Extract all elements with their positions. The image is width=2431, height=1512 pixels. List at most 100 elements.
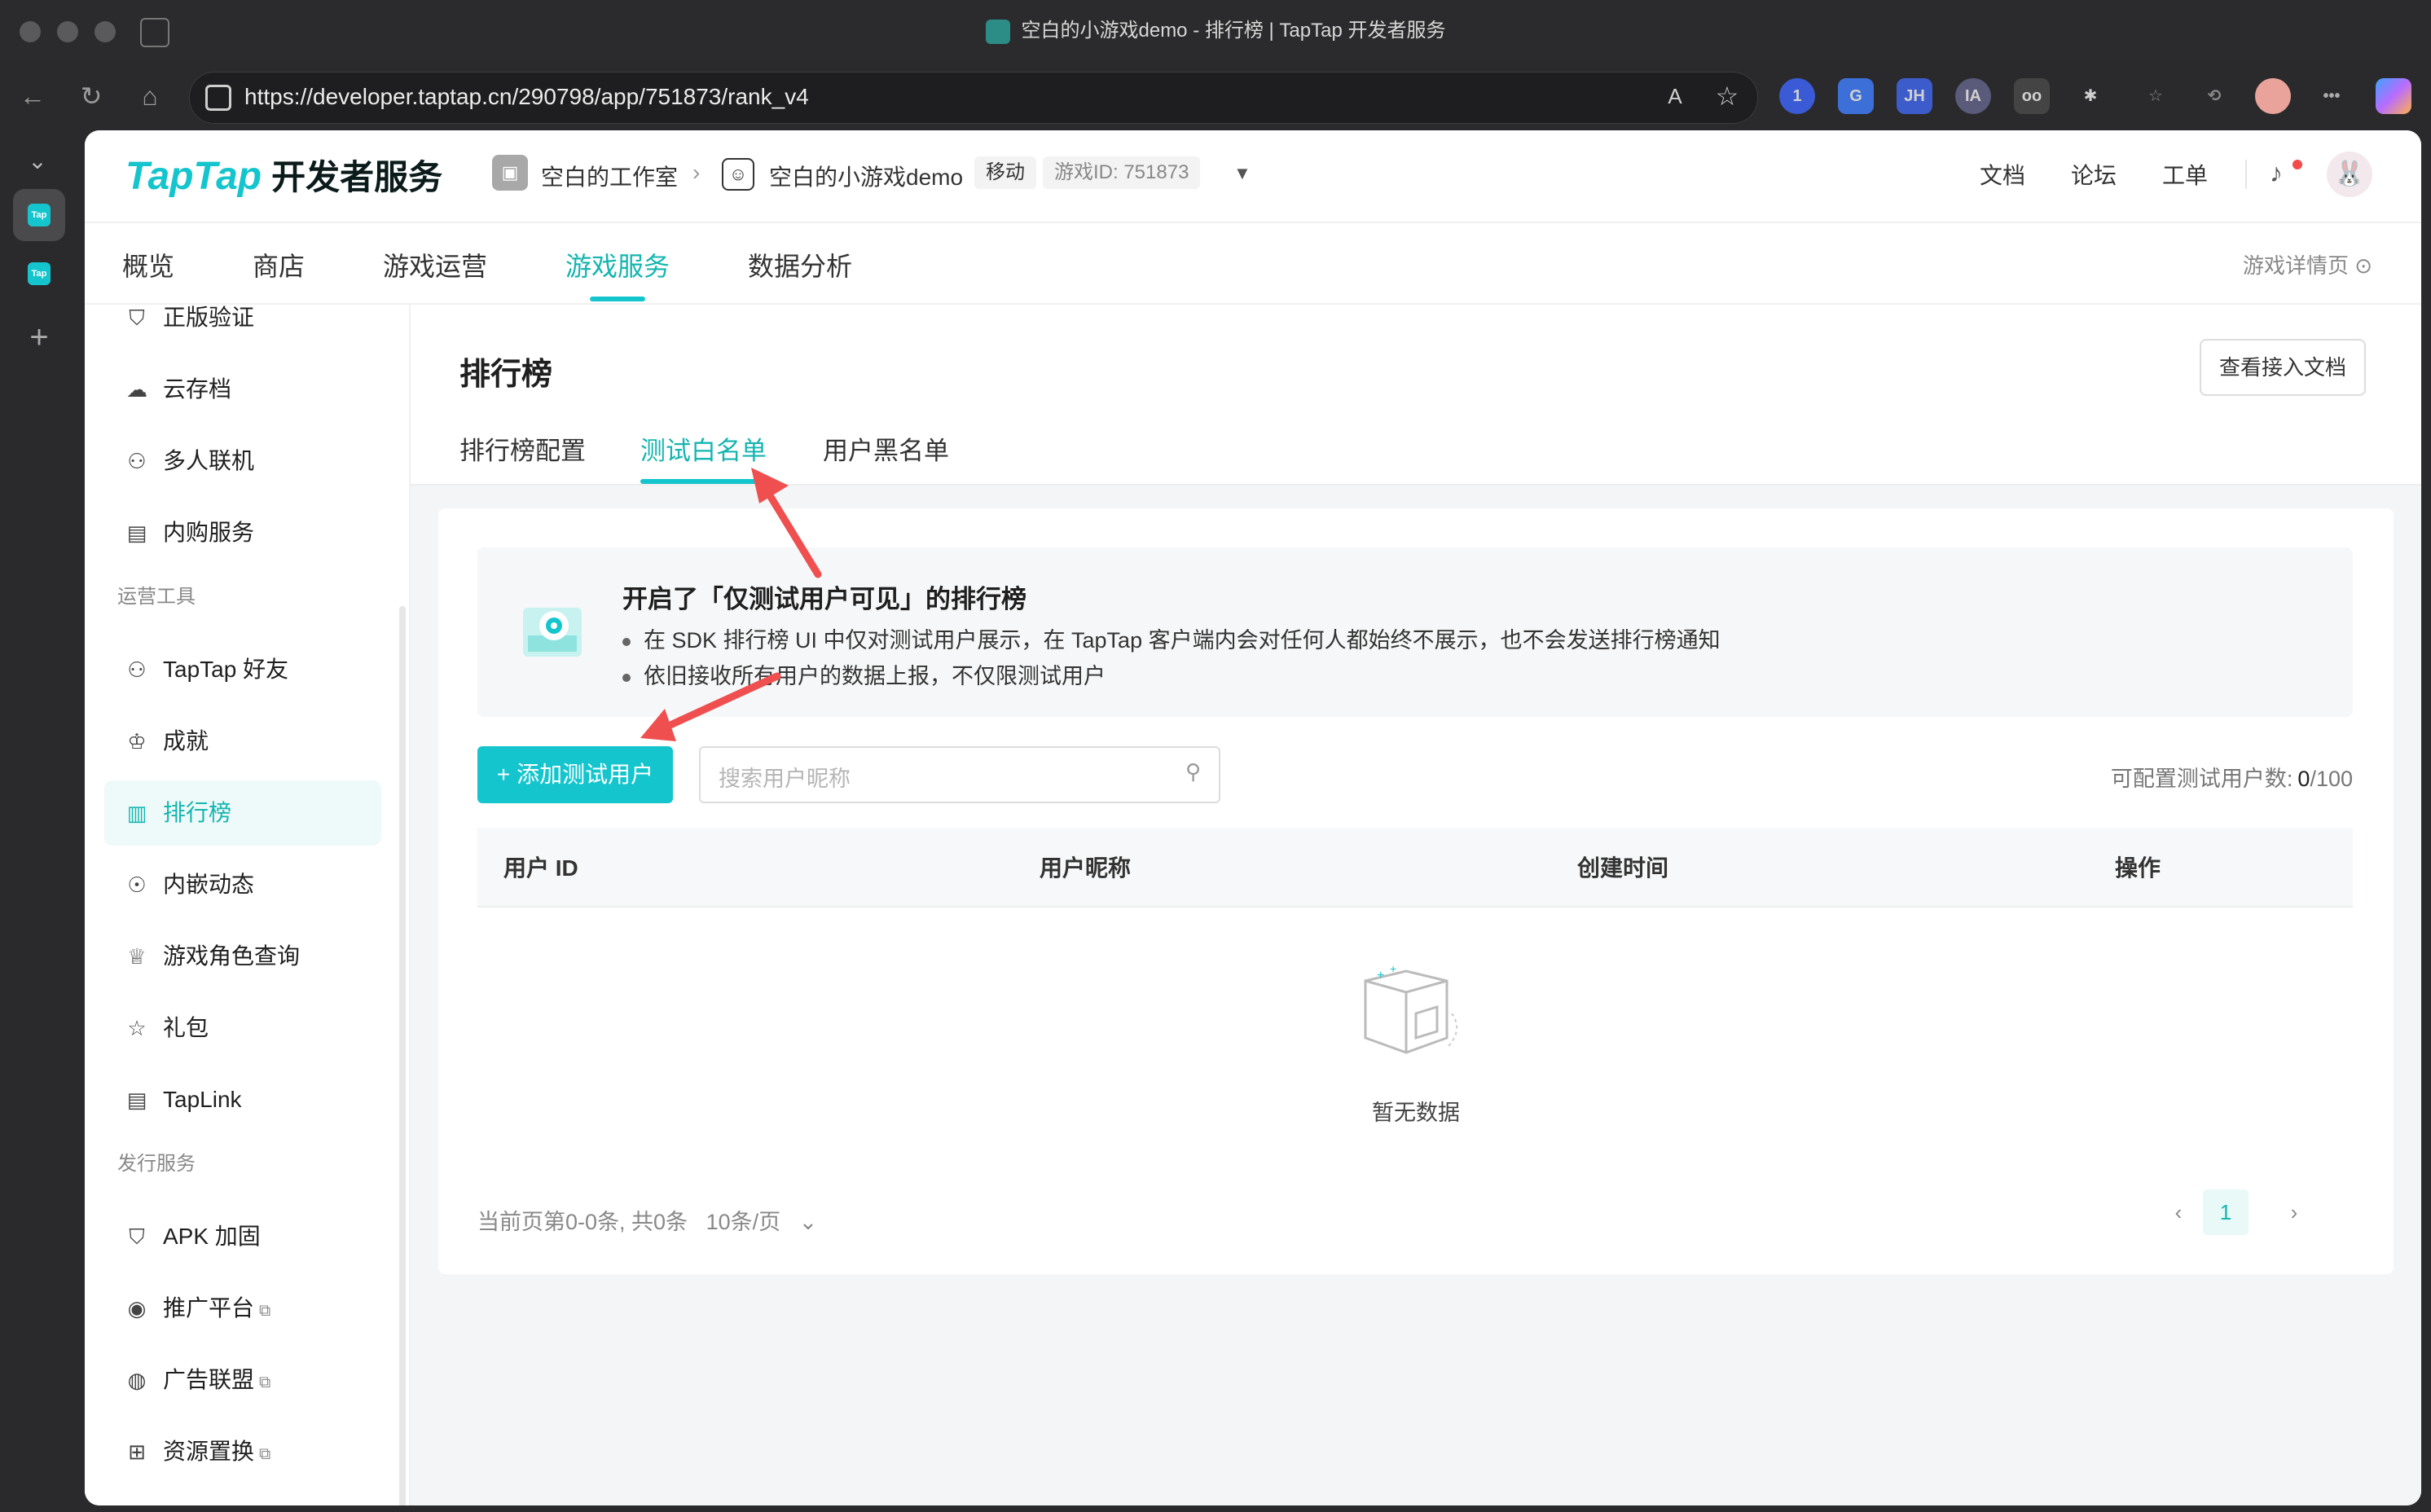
tab-game-operations[interactable]: 游戏运营 — [383, 246, 487, 284]
notice-title: 开启了「仅测试用户可见」的排行榜 — [622, 585, 1026, 613]
sidebar-item-apk-protect[interactable]: ⛉ APK 加固 — [104, 1204, 381, 1269]
nav-divider — [2245, 160, 2247, 189]
empty-state-text: 暂无数据 — [1372, 1101, 1460, 1125]
page-button-current[interactable]: 1 — [2203, 1189, 2249, 1235]
sidebar-item-resource-exchange[interactable]: ⊞ 资源置换 ⧉ — [104, 1419, 381, 1484]
wallet-icon: ▤ — [126, 521, 147, 545]
exchange-icon: ⊞ — [128, 1439, 146, 1464]
sidebar-item-iap[interactable]: ▤ 内购服务 — [104, 500, 381, 565]
game-icon: ☺ — [722, 158, 754, 191]
sidebar-item-role-query[interactable]: ♕ 游戏角色查询 — [104, 924, 381, 989]
users-icon: ⚇ — [127, 449, 147, 473]
copilot-icon[interactable] — [2376, 78, 2411, 114]
platform-tag: 移动 — [974, 156, 1036, 189]
extension-1password-icon[interactable]: 1 — [1779, 78, 1815, 114]
breadcrumb-studio[interactable]: 空白的工作室 — [541, 160, 678, 192]
sidebar-item-gift[interactable]: ☆ 礼包 — [104, 996, 381, 1061]
sidebar-item-promotion[interactable]: ◉ 推广平台 ⧉ — [104, 1276, 381, 1341]
tab-store[interactable]: 商店 — [253, 246, 305, 284]
view-docs-button[interactable]: 查看接入文档 — [2200, 339, 2366, 396]
read-aloud-icon[interactable]: A — [1657, 78, 1693, 114]
shield-check-icon: ⛉ — [129, 1224, 145, 1249]
search-input[interactable]: 搜索用户昵称 ⚲ — [699, 746, 1220, 803]
user-hand-icon: ☉ — [127, 872, 147, 897]
collapse-tabs-chevron-icon[interactable]: ⌄ — [20, 143, 55, 179]
sidebar-item-taplink[interactable]: ▤ TapLink — [104, 1067, 381, 1132]
svg-text:+: + — [1390, 962, 1396, 975]
star-icon: ☆ — [127, 1016, 147, 1040]
sidebar-item-friends[interactable]: ⚇ TapTap 好友 — [104, 637, 381, 702]
ticket-link[interactable]: 工单 — [2162, 158, 2208, 191]
taptap-logo[interactable]: TapTap 开发者服务 — [125, 150, 442, 200]
extension-translate-icon[interactable]: G — [1838, 78, 1874, 114]
external-link-icon: ⧉ — [259, 1374, 271, 1391]
sidebar-item-leaderboard[interactable]: ▥ 排行榜 — [104, 780, 381, 846]
bar-chart-icon: ▥ — [126, 801, 147, 825]
cloud-upload-icon: ☁ — [126, 377, 147, 402]
ad-icon: ◍ — [127, 1368, 147, 1392]
user-avatar[interactable]: 🐰 — [2327, 152, 2372, 197]
vertical-tab[interactable]: Tap — [13, 248, 65, 300]
tab-test-whitelist[interactable]: 测试白名单 — [640, 430, 767, 467]
docs-link[interactable]: 文档 — [1980, 158, 2025, 191]
bullet-dot — [622, 673, 631, 682]
trophy-icon: ♕ — [127, 944, 147, 969]
extensions-puzzle-icon[interactable]: ✱ — [2073, 78, 2108, 114]
bullet-dot — [622, 637, 631, 646]
vertical-tab-active[interactable]: Tap — [13, 189, 65, 241]
page-size-select[interactable]: 10条/页 — [706, 1210, 781, 1234]
sidebar-item-anti-piracy[interactable]: ⛉ 正版验证 — [104, 285, 381, 350]
external-link-icon: ⧉ — [259, 1445, 271, 1463]
breadcrumb-game[interactable]: 空白的小游戏demo — [769, 160, 963, 192]
sidebar-item-achievements[interactable]: ♔ 成就 — [104, 709, 381, 774]
next-page-button[interactable]: › — [2271, 1189, 2317, 1235]
prev-page-button[interactable]: ‹ — [2156, 1189, 2201, 1235]
notification-bell-icon[interactable]: ♪ — [2270, 158, 2283, 188]
history-icon[interactable]: ⟲ — [2196, 78, 2232, 114]
back-icon[interactable]: ← — [15, 78, 51, 114]
extension-jh-icon[interactable]: JH — [1897, 78, 1932, 114]
profile-avatar[interactable] — [2255, 78, 2291, 114]
whitelist-card: 开启了「仅测试用户可见」的排行榜 在 SDK 排行榜 UI 中仅对测试用户展示，… — [438, 508, 2394, 1274]
eye-screen-icon — [523, 608, 582, 657]
forum-link[interactable]: 论坛 — [2071, 158, 2117, 191]
sidebar-scrollbar[interactable] — [399, 606, 406, 1505]
extension-ia-icon[interactable]: IA — [1955, 78, 1991, 114]
url-text[interactable]: https://developer.taptap.cn/290798/app/7… — [244, 81, 809, 112]
more-menu-icon[interactable]: ••• — [2314, 78, 2350, 114]
friends-icon: ⚇ — [127, 657, 147, 682]
home-icon[interactable]: ⌂ — [132, 78, 168, 114]
sidebar-item-ad-alliance[interactable]: ◍ 广告联盟 ⧉ — [104, 1347, 381, 1413]
column-nickname: 用户昵称 — [1040, 855, 1132, 881]
document-icon: ▤ — [126, 1088, 147, 1112]
active-tab-underline — [590, 297, 645, 301]
notice-line-2: 依旧接收所有用户的数据上报，不仅限测试用户 — [622, 658, 1106, 690]
tab-leaderboard-config[interactable]: 排行榜配置 — [459, 430, 586, 467]
main-tabs: 概览 商店 游戏运营 游戏服务 数据分析 游戏详情页 ⊙ — [85, 223, 2421, 305]
tab-game-services[interactable]: 游戏服务 — [565, 246, 670, 284]
new-tab-plus-icon[interactable]: + — [21, 319, 57, 355]
tab-data-analysis[interactable]: 数据分析 — [748, 246, 852, 284]
lock-icon[interactable] — [205, 85, 231, 111]
extension-oo-icon[interactable]: oo — [2014, 78, 2050, 114]
add-test-user-button[interactable]: + 添加测试用户 — [477, 746, 673, 803]
chevron-down-icon[interactable]: ⌄ — [799, 1210, 818, 1234]
reload-icon[interactable]: ↻ — [73, 78, 109, 114]
test-user-quota: 可配置测试用户数: 0/100 — [2110, 767, 2353, 791]
sidebar-item-moments[interactable]: ☉ 内嵌动态 — [104, 852, 381, 917]
sidebar-item-cloud-save[interactable]: ☁ 云存档 — [104, 357, 381, 422]
favorites-icon[interactable]: ☆ — [2138, 78, 2174, 114]
plus-icon: + — [496, 762, 517, 787]
tab-overview[interactable]: 概览 — [122, 246, 174, 284]
tab-user-blacklist[interactable]: 用户黑名单 — [823, 430, 949, 467]
sidebar-item-multiplayer[interactable]: ⚇ 多人联机 — [104, 429, 381, 494]
external-link-icon: ⧉ — [259, 1302, 271, 1320]
breadcrumb-separator-icon: › — [692, 160, 701, 185]
empty-box-icon: + + — [1364, 962, 1457, 1054]
favorite-star-icon[interactable]: ☆ — [1709, 78, 1745, 114]
notification-badge — [2293, 160, 2302, 169]
game-detail-link[interactable]: 游戏详情页 ⊙ — [2243, 249, 2372, 279]
game-switch-dropdown-icon[interactable]: ▼ — [1233, 163, 1251, 184]
search-icon[interactable]: ⚲ — [1185, 759, 1201, 785]
column-user-id: 用户 ID — [503, 855, 578, 881]
